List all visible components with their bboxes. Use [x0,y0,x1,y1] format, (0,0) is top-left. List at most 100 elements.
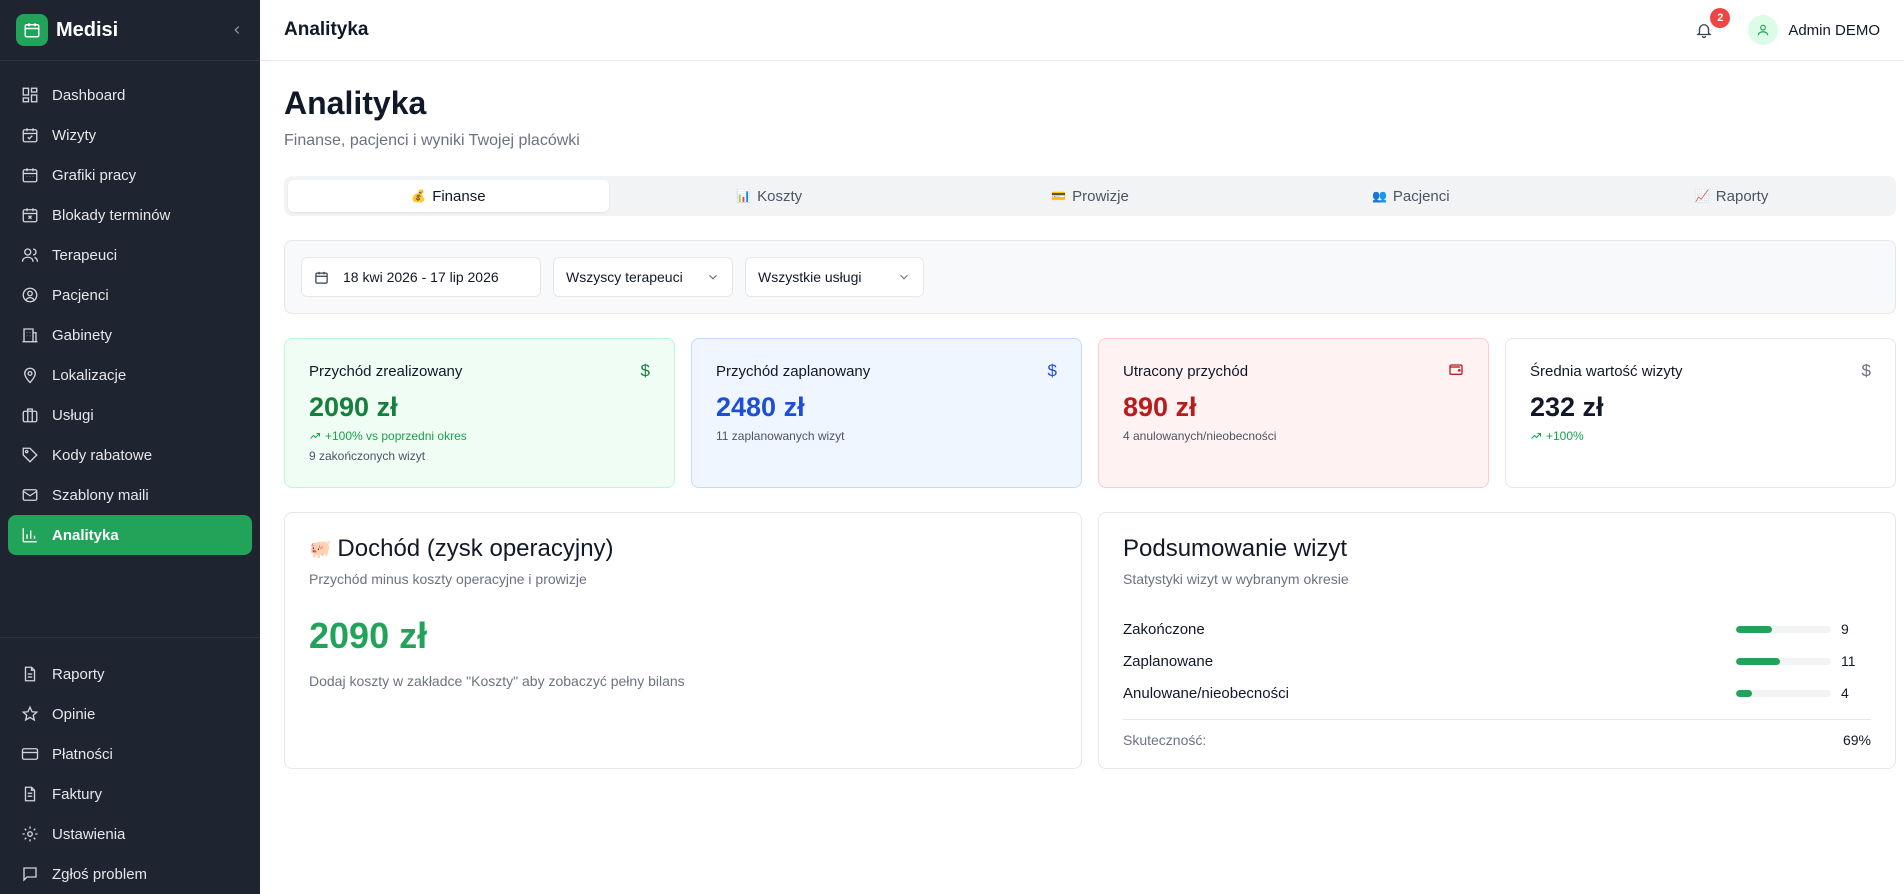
sidebar-nav: Dashboard Wizyty Grafiki pracy Blokady t… [0,61,260,637]
filter-bar: 18 kwi 2026 - 17 lip 2026 Wszyscy terape… [284,240,1896,314]
chevron-left-icon[interactable] [230,23,244,37]
sidebar-item-label: Grafiki pracy [52,166,137,184]
service-select-value: Wszystkie usługi [758,269,862,285]
sidebar-item-label: Ustawienia [52,825,126,843]
stat-card-lost: Utracony przychód 890 zł 4 anulowanych/n… [1098,338,1489,488]
stat-note: 11 zaplanowanych wizyt [716,429,845,443]
visit-rows: Zakończone 9 Zaplanowane 11 Anulowane/ni… [1123,613,1871,709]
sidebar-item-raporty[interactable]: Raporty [8,654,252,694]
sidebar-item-label: Usługi [52,406,94,424]
visits-title: Podsumowanie wizyt [1123,535,1348,562]
stat-label: Średnia wartość wizyty [1530,363,1683,380]
tag-icon [20,445,40,465]
sidebar-item-grafiki[interactable]: Grafiki pracy [8,155,252,195]
date-range-picker[interactable]: 18 kwi 2026 - 17 lip 2026 [301,257,541,297]
mail-icon [20,485,40,505]
dollar-icon: $ [1861,361,1871,380]
efficiency-label: Skuteczność: [1123,732,1207,748]
stat-label: Utracony przychód [1123,363,1249,380]
tab-raporty[interactable]: 📈 Raporty [1571,180,1892,212]
visit-row: Anulowane/nieobecności 4 [1123,677,1871,709]
sidebar-item-opinie[interactable]: Opinie [8,694,252,734]
sidebar-item-faktury[interactable]: Faktury [8,774,252,814]
brand-header: Medisi [0,0,260,61]
user-menu[interactable]: Admin DEMO [1748,15,1880,45]
efficiency-row: Skuteczność: 69% [1123,732,1871,748]
sidebar-item-gabinety[interactable]: Gabinety [8,315,252,355]
topbar: Analityka 2 Admin DEMO [260,0,1904,61]
visit-row-count: 9 [1841,621,1849,637]
sidebar-item-pacjenci[interactable]: Pacjenci [8,275,252,315]
stat-trend-text: +100% vs poprzedni okres [325,429,467,443]
sidebar-item-terapeuci[interactable]: Terapeuci [8,235,252,275]
visit-row-label: Zakończone [1123,620,1205,638]
tab-prowizje[interactable]: 💳 Prowizje [930,180,1251,212]
divider [1123,719,1871,720]
visit-row-label: Zaplanowane [1123,652,1214,670]
user-circle-icon [20,285,40,305]
dollar-icon: $ [1047,361,1057,380]
notification-badge: 2 [1710,8,1731,28]
sidebar-item-uslugi[interactable]: Usługi [8,395,252,435]
sidebar-item-label: Zgłoś problem [52,865,148,883]
sidebar-item-analityka[interactable]: Analityka [8,515,252,555]
tab-koszty[interactable]: 📊 Koszty [609,180,930,212]
sidebar-item-zglos-problem[interactable]: Zgłoś problem [8,854,252,894]
efficiency-value: 69% [1842,732,1871,748]
tab-finanse[interactable]: 💰 Finanse [288,180,609,212]
credit-card-icon: 💳 [1051,189,1067,203]
service-select[interactable]: Wszystkie usługi [745,257,924,297]
piggy-bank-icon: 🐖 [309,538,332,559]
sidebar-item-szablony-maili[interactable]: Szablony maili [8,475,252,515]
dollar-icon: $ [640,361,650,380]
people-icon: 👥 [1371,189,1387,203]
sidebar-item-kody-rabatowe[interactable]: Kody rabatowe [8,435,252,475]
page-content: Analityka Finanse, pacjenci i wyniki Two… [260,61,1904,769]
users-icon [20,245,40,265]
sidebar-item-ustawienia[interactable]: Ustawienia [8,814,252,854]
map-pin-icon [20,365,40,385]
progress-track [1736,625,1831,633]
sidebar-item-blokady[interactable]: Blokady terminów [8,195,252,235]
tab-pacjenci[interactable]: 👥 Pacjenci [1250,180,1571,212]
invoice-icon [20,784,40,804]
income-value: 2090 zł [309,615,428,656]
sidebar-item-label: Płatności [52,745,113,763]
tab-bar: 💰 Finanse 📊 Koszty 💳 Prowizje 👥 Pacjenci 📈 Ra… [284,176,1896,216]
user-name: Admin DEMO [1788,21,1880,39]
sidebar: Medisi Dashboard Wizyty Grafiki pracy Bl… [0,0,260,894]
dashboard-icon [20,85,40,105]
page-subtitle: Finanse, pacjenci i wyniki Twojej placów… [284,132,580,149]
stat-card-realized: Przychód zrealizowany $ 2090 zł +100% vs… [284,338,675,488]
visit-row: Zakończone 9 [1123,613,1871,645]
visit-row-count: 4 [1841,685,1849,701]
tab-label: Koszty [757,187,803,205]
therapist-select[interactable]: Wszyscy terapeuci [553,257,733,297]
sidebar-item-label: Pacjenci [52,286,109,304]
income-subtitle: Przychód minus koszty operacyjne i prowi… [309,571,587,587]
stat-trend: +100% vs poprzedni okres [309,429,654,443]
sidebar-item-lokalizacje[interactable]: Lokalizacje [8,355,252,395]
progress-track [1736,689,1831,697]
stat-note: 4 anulowanych/nieobecności [1123,429,1277,443]
tab-label: Raporty [1715,187,1769,205]
calendar-check-icon [20,125,40,145]
tab-label: Pacjenci [1392,187,1450,205]
sidebar-item-platnosci[interactable]: Płatności [8,734,252,774]
stat-value: 2480 zł [716,392,805,422]
visit-row-label: Anulowane/nieobecności [1123,684,1289,702]
sidebar-item-dashboard[interactable]: Dashboard [8,75,252,115]
page-title: Analityka [284,85,427,121]
trend-up-icon [1530,430,1542,442]
tab-label: Prowizje [1072,187,1129,205]
wallet-icon [1448,361,1464,382]
credit-card-icon [20,744,40,764]
money-bag-icon: 💰 [411,189,427,203]
stat-value: 232 zł [1530,392,1604,422]
sidebar-item-label: Raporty [52,665,105,683]
message-icon [20,864,40,884]
bell-icon[interactable]: 2 [1692,8,1731,42]
sidebar-item-wizyty[interactable]: Wizyty [8,115,252,155]
stat-card-average: Średnia wartość wizyty $ 232 zł +100% [1505,338,1896,488]
income-title: 🐖 Dochód (zysk operacyjny) [309,535,1057,563]
